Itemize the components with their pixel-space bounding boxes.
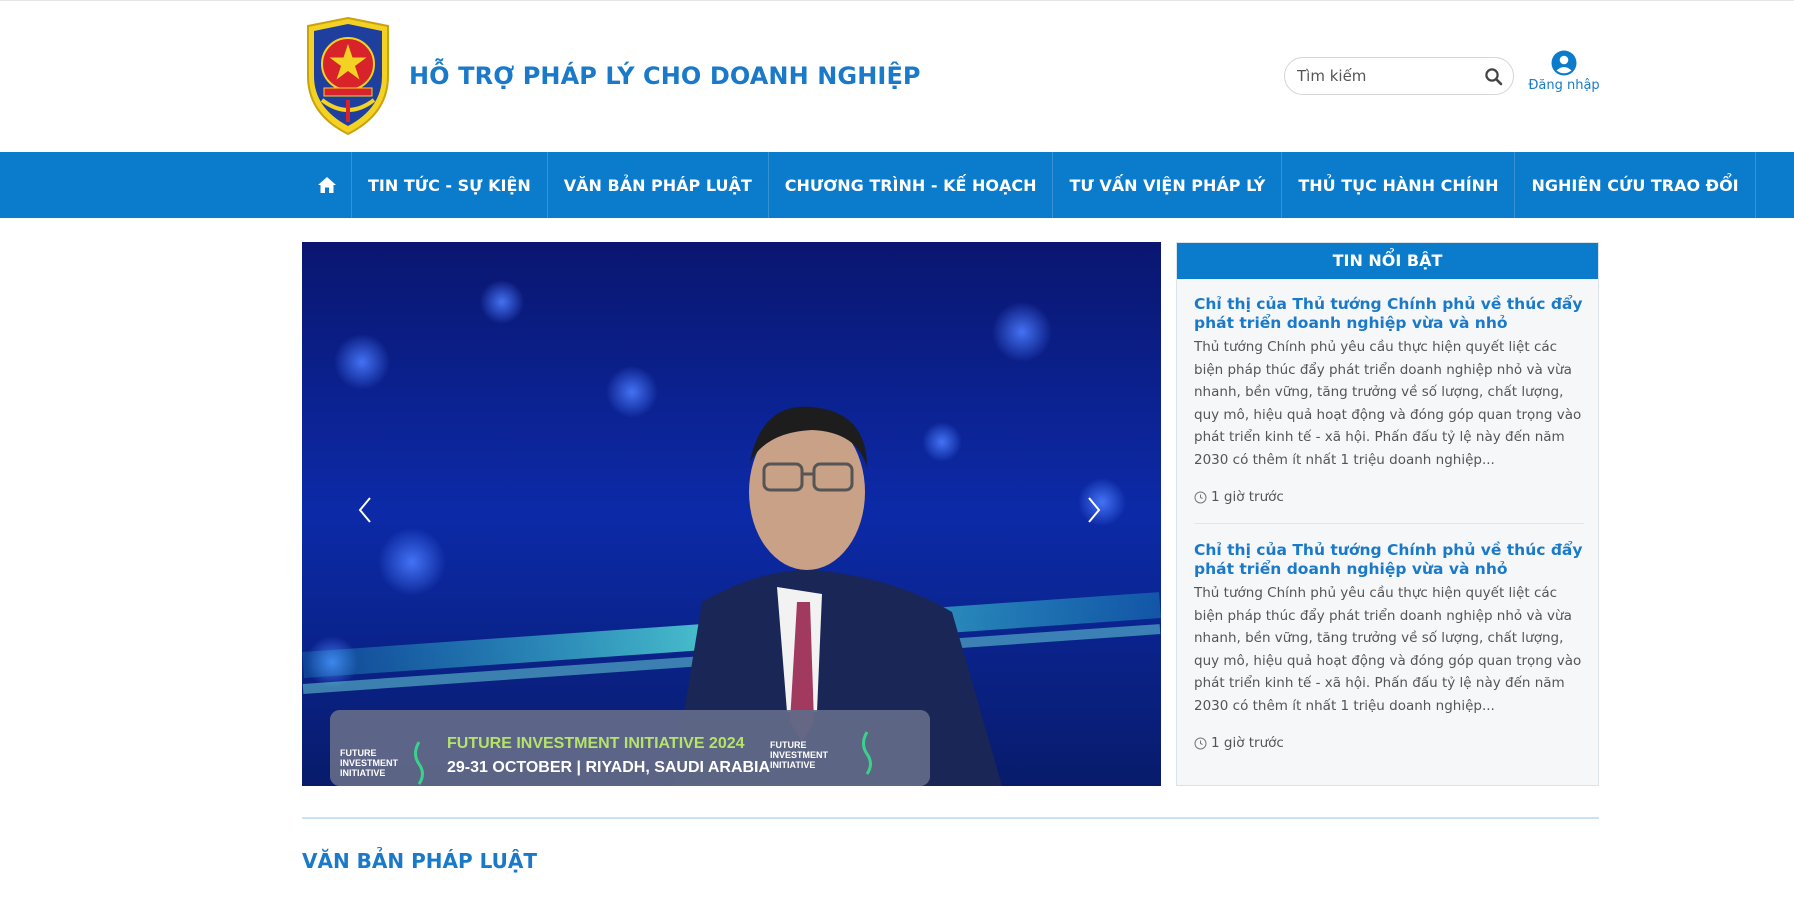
svg-text:INITIATIVE: INITIATIVE <box>340 768 385 778</box>
svg-text:29-31 OCTOBER | RIYADH, SAUDI: 29-31 OCTOBER | RIYADH, SAUDI ARABIA <box>447 759 771 776</box>
featured-item-title[interactable]: Chỉ thị của Thủ tướng Chính phủ về thúc … <box>1194 295 1584 333</box>
nav-item-news-events[interactable]: TIN TỨC - SỰ KIỆN <box>352 152 548 218</box>
featured-item-title[interactable]: Chỉ thị của Thủ tướng Chính phủ về thúc … <box>1194 541 1584 579</box>
search-icon[interactable] <box>1484 67 1504 87</box>
nav-item-programs-plans[interactable]: CHƯƠNG TRÌNH - KẾ HOẠCH <box>769 152 1054 218</box>
home-icon <box>317 177 336 193</box>
featured-item-time-text: 1 giờ trước <box>1211 735 1284 751</box>
section-title-legal-documents[interactable]: VĂN BẢN PHÁP LUẬT <box>302 849 537 873</box>
featured-news-panel: TIN NỔI BẬT Chỉ thị của Thủ tướng Chính … <box>1176 242 1599 786</box>
featured-item-time: 1 giờ trước <box>1194 735 1584 751</box>
search-box[interactable] <box>1284 57 1514 95</box>
section-divider <box>302 817 1599 819</box>
nav-item-administrative-procedures[interactable]: THỦ TỤC HÀNH CHÍNH <box>1282 152 1516 218</box>
login-button[interactable]: Đăng nhập <box>1527 50 1601 93</box>
featured-item: Chỉ thị của Thủ tướng Chính phủ về thúc … <box>1194 541 1584 751</box>
nav-menu: TIN TỨC - SỰ KIỆN VĂN BẢN PHÁP LUẬT CHƯƠ… <box>302 152 1756 218</box>
featured-separator <box>1194 523 1584 524</box>
main-navigation: TIN TỨC - SỰ KIỆN VĂN BẢN PHÁP LUẬT CHƯƠ… <box>0 152 1794 218</box>
hero-slider[interactable]: FUTURE INVESTMENT INITIATIVE 2024 29-31 … <box>302 242 1161 786</box>
chevron-left-icon[interactable] <box>350 490 380 530</box>
clock-icon <box>1194 491 1207 503</box>
site-header: HỖ TRỢ PHÁP LÝ CHO DOANH NGHIỆP Đăng nhậ… <box>0 0 1794 152</box>
svg-text:FUTURE: FUTURE <box>340 748 377 758</box>
svg-text:INVESTMENT: INVESTMENT <box>340 758 399 768</box>
login-label: Đăng nhập <box>1528 78 1600 93</box>
chevron-right-icon[interactable] <box>1079 490 1109 530</box>
featured-item-description: Thủ tướng Chính phủ yêu cầu thực hiện qu… <box>1194 339 1582 468</box>
featured-item: Chỉ thị của Thủ tướng Chính phủ về thúc … <box>1194 295 1584 505</box>
svg-text:FUTURE INVESTMENT INITIATIVE 2: FUTURE INVESTMENT INITIATIVE 2024 <box>447 735 745 752</box>
svg-text:FUTURE: FUTURE <box>770 740 807 750</box>
search-input[interactable] <box>1297 66 1477 86</box>
user-circle-icon[interactable] <box>1551 50 1577 76</box>
site-title[interactable]: HỖ TRỢ PHÁP LÝ CHO DOANH NGHIỆP <box>409 62 921 90</box>
svg-text:INITIATIVE: INITIATIVE <box>770 760 815 770</box>
featured-item-description: Thủ tướng Chính phủ yêu cầu thực hiện qu… <box>1194 585 1582 714</box>
featured-item-time: 1 giờ trước <box>1194 489 1584 505</box>
featured-news-heading: TIN NỔI BẬT <box>1177 243 1598 279</box>
ministry-of-justice-emblem-icon[interactable] <box>302 16 394 136</box>
clock-icon <box>1194 737 1207 749</box>
featured-item-time-text: 1 giờ trước <box>1211 489 1284 505</box>
nav-item-research-exchange[interactable]: NGHIÊN CỨU TRAO ĐỔI <box>1515 152 1756 218</box>
nav-item-legal-documents[interactable]: VĂN BẢN PHÁP LUẬT <box>548 152 769 218</box>
nav-item-legal-consulting[interactable]: TƯ VẤN VIỆN PHÁP LÝ <box>1053 152 1283 218</box>
nav-home-button[interactable] <box>302 152 352 218</box>
svg-text:INVESTMENT: INVESTMENT <box>770 750 829 760</box>
hero-slide-image: FUTURE INVESTMENT INITIATIVE 2024 29-31 … <box>302 242 1161 786</box>
